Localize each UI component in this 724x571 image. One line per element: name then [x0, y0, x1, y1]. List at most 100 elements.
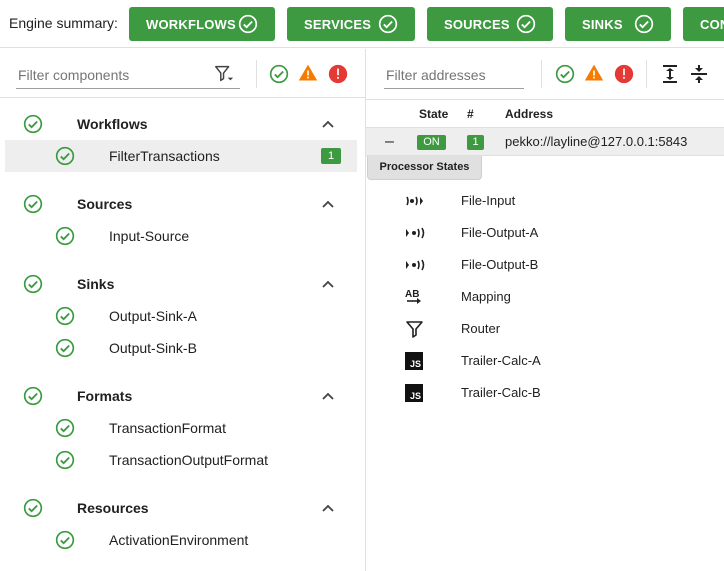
component-name: TransactionFormat [109, 420, 226, 436]
stream-input-icon [406, 196, 423, 206]
divider [541, 60, 542, 88]
workflows-summary-button[interactable]: WORKFLOWS [129, 7, 275, 41]
group-sinks[interactable]: Sinks [0, 268, 366, 300]
chevron-up-icon[interactable] [320, 117, 336, 131]
check-circle-icon [378, 14, 398, 34]
count-badge: 1 [467, 135, 484, 150]
engine-summary-bar: Engine summary: WORKFLOWS SERVICES SOURC… [0, 0, 724, 48]
services-summary-button[interactable]: SERVICES [287, 7, 415, 41]
group-title: Resources [77, 500, 149, 516]
divider [646, 60, 647, 88]
component-name: Input-Source [109, 228, 190, 244]
chevron-up-icon[interactable] [320, 389, 336, 403]
processor-name: Trailer-Calc-B [461, 385, 541, 400]
filter-components-input[interactable] [16, 59, 240, 89]
processor-name: Mapping [461, 289, 511, 304]
processor-row[interactable]: JS Trailer-Calc-B [366, 377, 724, 409]
expand-all-icon[interactable] [661, 64, 679, 84]
component-item-output-sink-b[interactable]: Output-Sink-B [5, 332, 357, 364]
processor-row[interactable]: JS Trailer-Calc-A [366, 345, 724, 377]
check-circle-icon [23, 386, 43, 406]
node-row[interactable]: – ON 1 pekko://layline@127.0.0.1:5843 [366, 127, 724, 156]
divider [256, 60, 257, 88]
check-circle-icon [23, 194, 43, 214]
node-address: pekko://layline@127.0.0.1:5843 [505, 134, 688, 149]
processor-name: Trailer-Calc-A [461, 353, 541, 368]
check-circle-icon [55, 418, 75, 438]
component-item-filtertransactions[interactable]: FilterTransactions 1 [5, 140, 357, 172]
component-item-activationenvironment[interactable]: ActivationEnvironment [5, 524, 357, 556]
state-column-header: State [419, 107, 449, 121]
check-circle-icon [55, 338, 75, 358]
warning-icon[interactable] [298, 63, 318, 83]
filter-addresses-input[interactable] [384, 59, 524, 89]
component-name: Output-Sink-B [109, 340, 197, 356]
summary-button-label: SINKS [582, 16, 623, 32]
processor-row[interactable]: File-Input [366, 185, 724, 217]
group-title: Workflows [77, 116, 148, 132]
processor-name: File-Input [461, 193, 516, 208]
filter-icon [406, 321, 423, 338]
check-circle-icon [55, 306, 75, 326]
error-icon[interactable] [614, 64, 634, 84]
component-name: Output-Sink-A [109, 308, 197, 324]
components-filter-bar [0, 49, 366, 98]
check-circle-icon[interactable] [555, 64, 575, 84]
summary-button-label: WORKFLOWS [146, 16, 236, 32]
javascript-icon: JS [405, 352, 423, 370]
processor-states-tab[interactable]: Processor States [367, 156, 482, 180]
check-circle-icon[interactable] [269, 64, 289, 84]
component-item-input-source[interactable]: Input-Source [5, 220, 357, 252]
summary-button-label: CON [700, 16, 724, 32]
filter-dropdown-icon[interactable] [213, 63, 235, 85]
addresses-panel: State # Address – ON 1 pekko://layline@1… [366, 49, 724, 571]
chevron-up-icon[interactable] [320, 197, 336, 211]
collapse-node-button[interactable]: – [385, 133, 394, 151]
check-circle-icon [55, 450, 75, 470]
processor-name: Router [461, 321, 501, 336]
component-item-transactionformat[interactable]: TransactionFormat [5, 412, 357, 444]
connections-summary-button[interactable]: CON [683, 7, 724, 41]
addresses-table-header: State # Address [366, 99, 724, 127]
javascript-icon: JS [405, 384, 423, 402]
check-circle-icon [23, 498, 43, 518]
component-name: TransactionOutputFormat [109, 452, 268, 468]
summary-button-label: SOURCES [444, 16, 510, 32]
warning-icon[interactable] [584, 63, 604, 83]
svg-text:JS: JS [410, 359, 421, 369]
components-panel: Workflows FilterTransactions 1 Sources I… [0, 49, 366, 571]
chevron-up-icon[interactable] [320, 501, 336, 515]
component-item-transactionoutputformat[interactable]: TransactionOutputFormat [5, 444, 357, 476]
engine-summary-label: Engine summary: [9, 15, 118, 31]
chevron-up-icon[interactable] [320, 277, 336, 291]
check-circle-icon [238, 14, 258, 34]
group-resources[interactable]: Resources [0, 492, 366, 524]
error-icon[interactable] [328, 64, 348, 84]
check-circle-icon [634, 14, 654, 34]
check-circle-icon [516, 14, 536, 34]
count-column-header: # [467, 107, 474, 121]
processor-row[interactable]: AB Mapping [366, 281, 724, 313]
check-circle-icon [55, 146, 75, 166]
collapse-all-icon[interactable] [690, 64, 708, 84]
component-name: FilterTransactions [109, 148, 220, 164]
processor-row[interactable]: File-Output-A [366, 217, 724, 249]
check-circle-icon [23, 274, 43, 294]
svg-text:JS: JS [410, 391, 421, 401]
stream-output-icon [406, 259, 425, 271]
processor-row[interactable]: Router [366, 313, 724, 345]
sinks-summary-button[interactable]: SINKS [565, 7, 671, 41]
mapping-icon: AB [405, 289, 421, 304]
sources-summary-button[interactable]: SOURCES [427, 7, 553, 41]
component-item-output-sink-a[interactable]: Output-Sink-A [5, 300, 357, 332]
processor-row[interactable]: File-Output-B [366, 249, 724, 281]
group-title: Formats [77, 388, 133, 404]
group-workflows[interactable]: Workflows [0, 108, 366, 140]
group-title: Sources [77, 196, 133, 212]
group-formats[interactable]: Formats [0, 380, 366, 412]
group-title: Sinks [77, 276, 115, 292]
stream-output-icon [406, 227, 425, 239]
instance-count-badge: 1 [321, 148, 341, 164]
group-sources[interactable]: Sources [0, 188, 366, 220]
state-badge: ON [417, 135, 446, 150]
